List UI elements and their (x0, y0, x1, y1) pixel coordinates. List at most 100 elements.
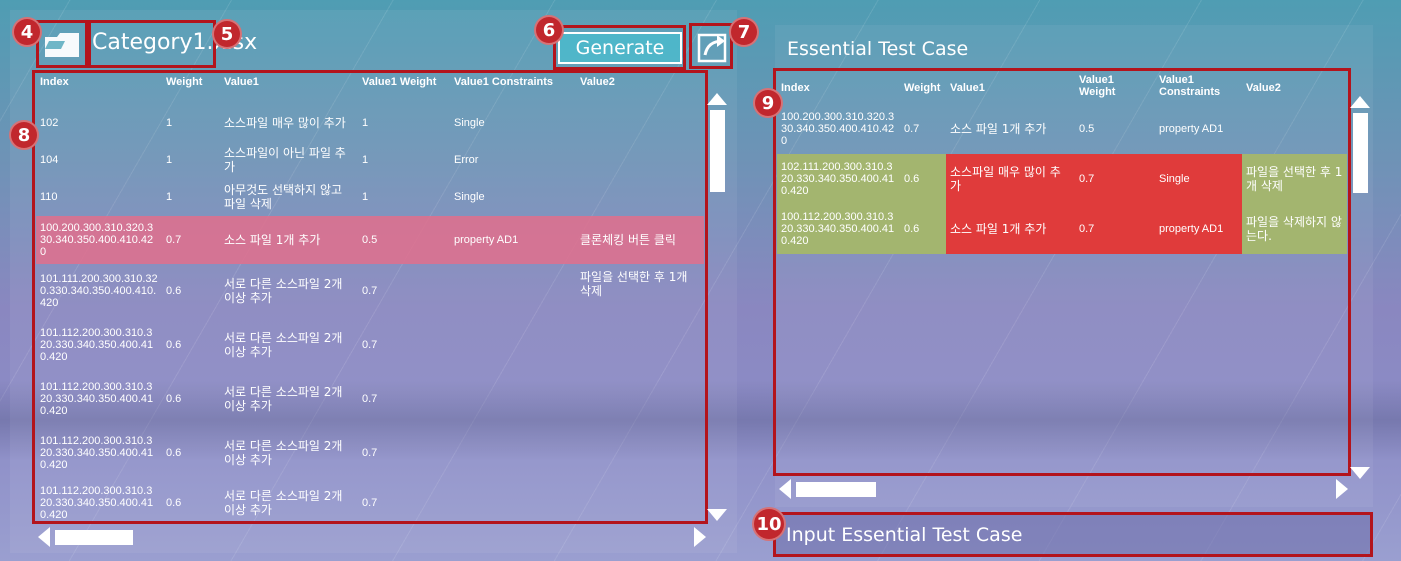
column-header-value1-weight[interactable]: Value1 Weight (358, 74, 450, 104)
cell-value1-weight: 1 (362, 154, 369, 166)
cell-value2 (576, 372, 704, 426)
cell-value1-weight: 0.5 (358, 216, 450, 264)
horizontal-scroll-thumb[interactable] (55, 530, 133, 545)
cell-index: 102 (40, 117, 59, 129)
cell-constraints: Error (454, 154, 479, 166)
cell-value1: 서로 다른 소스파일 2개 이상 추가 (224, 331, 343, 359)
cell-value2 (576, 142, 704, 178)
cell-value1-weight: 0.7 (362, 285, 378, 297)
column-header-value1[interactable]: Value1 (220, 74, 358, 104)
scroll-left-arrow[interactable] (38, 527, 50, 547)
cell-value2 (576, 318, 704, 372)
column-header-value2[interactable]: Value2 (576, 74, 704, 104)
table-row-selected[interactable]: 100.200.300.310.320.330.340.350.400.410.… (36, 216, 704, 264)
table-row[interactable]: 104 1 소스파일이 아닌 파일 추가 1 Error (36, 142, 704, 178)
column-header-value1[interactable]: Value1 (946, 72, 1075, 104)
cell-value1: 서로 다른 소스파일 2개 이상 추가 (224, 489, 343, 517)
column-header-weight[interactable]: Weight (900, 72, 946, 104)
cell-weight: 0.7 (904, 123, 920, 135)
cell-constraints (450, 426, 576, 480)
scroll-right-arrow[interactable] (1336, 479, 1348, 499)
cell-value2: 파일을 선택한 후 1개 삭제 (1242, 154, 1347, 204)
cell-index: 110 (40, 191, 58, 203)
scroll-down-arrow[interactable] (1350, 467, 1370, 479)
cell-index: 104 (40, 154, 59, 166)
callout-number: 5 (212, 19, 242, 49)
callout-number: 6 (534, 15, 564, 45)
column-header-value1-weight[interactable]: Value1 Weight (1075, 72, 1155, 104)
table-row[interactable]: 101.112.200.300.310.320.330.340.350.400.… (36, 426, 704, 480)
table-row[interactable]: 102 1 소스파일 매우 많이 추가 1 Single (36, 104, 704, 142)
scroll-down-arrow[interactable] (707, 509, 727, 521)
cell-constraints (450, 372, 576, 426)
cell-index: 100.200.300.310.320.330.340.350.400.410.… (781, 111, 895, 147)
cell-index: 101.112.200.300.310.320.330.340.350.400.… (40, 485, 154, 521)
cell-weight: 0.7 (162, 216, 220, 264)
table-row[interactable]: 101.111.200.300.310.320.330.340.350.400.… (36, 264, 704, 318)
cell-value2 (576, 104, 704, 142)
cell-value1-weight: 0.7 (362, 497, 378, 509)
callout-box-4 (36, 20, 88, 68)
cell-weight: 1 (166, 191, 173, 203)
cell-weight: 0.6 (166, 393, 182, 405)
cell-constraints (450, 264, 576, 318)
input-essential-test-case-button[interactable]: Input Essential Test Case (773, 512, 1373, 557)
cell-constraints: Single (454, 191, 485, 203)
cell-weight: 0.6 (166, 497, 182, 509)
cell-weight: 1 (166, 154, 173, 166)
cell-index: 101.111.200.300.310.320.330.340.350.400.… (40, 273, 158, 309)
cell-value2: 파일을 삭제하지 않는다. (1242, 204, 1347, 254)
table-row[interactable]: 101.112.200.300.310.320.330.340.350.400.… (36, 480, 704, 526)
cell-value1: 소스파일 매우 많이 추가 (224, 116, 346, 130)
callout-number: 10 (752, 507, 786, 541)
cell-constraints: property AD1 (450, 216, 576, 264)
column-header-weight[interactable]: Weight (162, 74, 220, 104)
callout-number: 9 (753, 88, 783, 118)
cell-weight: 0.6 (166, 339, 182, 351)
table-row[interactable]: 100.112.200.300.310.320.330.340.350.400.… (777, 204, 1347, 254)
cell-constraints: Single (1155, 154, 1242, 204)
cell-value2 (1242, 104, 1347, 154)
cell-constraints (450, 318, 576, 372)
cell-value1: 서로 다른 소스파일 2개 이상 추가 (224, 385, 343, 413)
column-header-index[interactable]: Index (777, 72, 900, 104)
cell-constraints (450, 480, 576, 526)
cell-value2: 파일을 선택한 후 1개 삭제 (580, 270, 688, 298)
scroll-left-arrow[interactable] (779, 479, 791, 499)
cell-constraints: property AD1 (1155, 204, 1242, 254)
column-header-value2[interactable]: Value2 (1242, 72, 1347, 104)
cell-weight: 0.6 (900, 154, 946, 204)
vertical-scroll-thumb[interactable] (710, 110, 725, 192)
vertical-scroll-thumb[interactable] (1353, 113, 1368, 193)
column-header-value1-constraints[interactable]: Value1 Constraints (450, 74, 576, 104)
table-row[interactable]: 102.111.200.300.310.320.330.340.350.400.… (777, 154, 1347, 204)
table-row[interactable]: 101.112.200.300.310.320.330.340.350.400.… (36, 318, 704, 372)
callout-box-5 (88, 20, 216, 68)
cell-value1: 서로 다른 소스파일 2개 이상 추가 (224, 277, 343, 305)
cell-constraints: Single (454, 117, 485, 129)
column-header-value1-constraints[interactable]: Value1 Constraints (1155, 72, 1242, 104)
cell-index: 101.112.200.300.310.320.330.340.350.400.… (40, 435, 154, 471)
table-row[interactable]: 101.112.200.300.310.320.330.340.350.400.… (36, 372, 704, 426)
table-header: Index Weight Value1 Value1 Weight Value1… (36, 74, 704, 104)
callout-box-7 (689, 23, 733, 69)
scroll-up-arrow[interactable] (1350, 96, 1370, 108)
column-header-index[interactable]: Index (36, 74, 162, 104)
horizontal-scroll-thumb[interactable] (796, 482, 876, 497)
cell-value1-weight: 0.7 (362, 393, 378, 405)
cell-index: 101.112.200.300.310.320.330.340.350.400.… (40, 327, 154, 363)
cell-index: 102.111.200.300.310.320.330.340.350.400.… (777, 154, 900, 204)
essential-test-case-table: Index Weight Value1 Value1 Weight Value1… (777, 72, 1347, 254)
table-row[interactable]: 100.200.300.310.320.330.340.350.400.410.… (777, 104, 1347, 154)
table-row[interactable]: 110 1 아무것도 선택하지 않고 파일 삭제 1 Single (36, 178, 704, 216)
cell-value2 (576, 480, 704, 526)
cell-value1: 소스파일이 아닌 파일 추가 (224, 146, 346, 174)
cell-weight: 1 (166, 117, 173, 129)
callout-number: 7 (729, 17, 759, 47)
scroll-right-arrow[interactable] (694, 527, 706, 547)
cell-value2 (576, 426, 704, 480)
cell-weight: 0.6 (166, 447, 182, 459)
cell-index: 100.112.200.300.310.320.330.340.350.400.… (777, 204, 900, 254)
scroll-up-arrow[interactable] (707, 93, 727, 105)
cell-weight: 0.6 (166, 285, 182, 297)
